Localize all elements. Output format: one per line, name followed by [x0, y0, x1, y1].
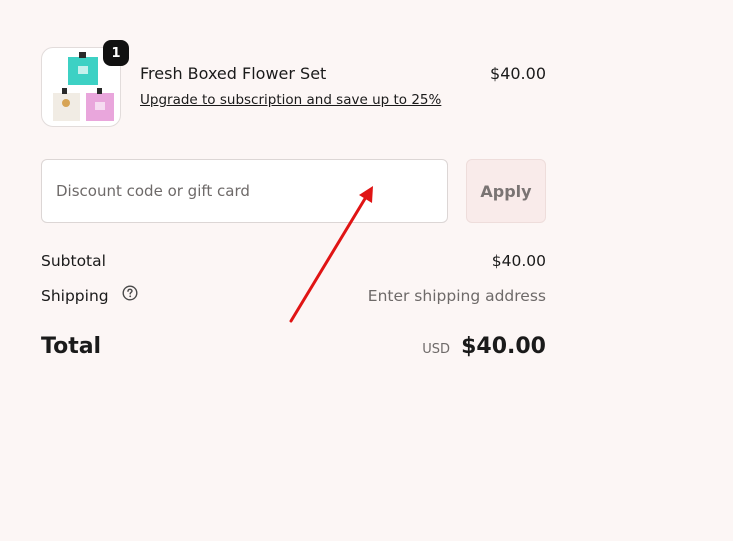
subtotal-row: Subtotal $40.00: [41, 252, 546, 274]
total-amount-group: USD $40.00: [422, 334, 546, 359]
quantity-badge: 1: [103, 40, 129, 66]
product-price: $40.00: [490, 64, 546, 83]
question-circle-icon[interactable]: [122, 285, 138, 305]
discount-code-input[interactable]: [41, 159, 448, 223]
line-item: 1 Fresh Boxed Flower Set Upgrade to subs…: [41, 40, 546, 128]
subtotal-label: Subtotal: [41, 252, 106, 270]
total-label: Total: [41, 334, 102, 359]
upgrade-subscription-link[interactable]: Upgrade to subscription and save up to 2…: [140, 92, 441, 108]
total-row: Total USD $40.00: [41, 334, 546, 366]
discount-form: Apply: [41, 159, 546, 223]
total-value: $40.00: [461, 334, 546, 359]
product-name: Fresh Boxed Flower Set: [140, 64, 327, 83]
shipping-label: Shipping: [41, 287, 109, 305]
order-summary: 1 Fresh Boxed Flower Set Upgrade to subs…: [41, 40, 546, 359]
shipping-value: Enter shipping address: [367, 287, 546, 305]
subtotal-value: $40.00: [491, 252, 546, 270]
currency-code: USD: [422, 342, 450, 357]
shipping-row: Shipping Enter shipping address: [41, 285, 546, 309]
shipping-label-group: Shipping: [41, 285, 138, 305]
apply-button[interactable]: Apply: [466, 159, 546, 223]
